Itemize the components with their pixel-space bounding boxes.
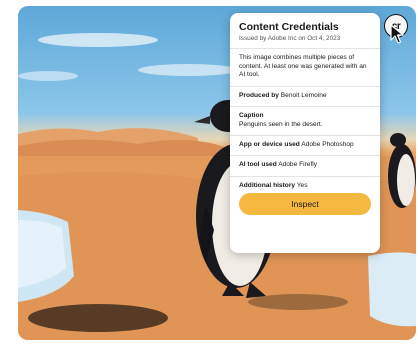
caption-row: Caption Penguins seen in the desert. <box>239 112 371 129</box>
app-value: Adobe Photoshop <box>301 141 354 148</box>
divider <box>230 175 380 177</box>
produced-by-row: Produced by Benoit Lemoine <box>239 92 371 100</box>
issued-by-text: Issued by Adobe Inc on Oct 4, 2023 <box>239 35 341 42</box>
ai-tool-value: Adobe Firefly <box>278 161 318 169</box>
ai-tool-row: AI tool used Adobe Firefly <box>239 161 371 169</box>
app-label: App or device used <box>239 141 300 148</box>
inspect-button[interactable]: Inspect <box>239 193 371 215</box>
app-row: App or device used Adobe Photoshop <box>239 141 371 149</box>
caption-value: Penguins seen in the desert. <box>239 120 323 128</box>
divider <box>230 106 380 108</box>
ai-tool-label: AI tool used <box>239 161 277 169</box>
history-row: Additional history Yes <box>239 182 371 190</box>
produced-by-value: Benoit Lemoine <box>280 91 327 99</box>
mouse-pointer-icon <box>390 24 404 44</box>
divider <box>230 85 380 87</box>
produced-by-label: Produced by <box>239 91 279 99</box>
divider <box>230 155 380 157</box>
content-credentials-panel: Content Credentials Issued by Adobe Inc … <box>230 13 380 253</box>
description-text: This image combines multiple pieces of c… <box>239 54 367 79</box>
panel-title: Content Credentials <box>239 21 339 33</box>
caption-label: Caption <box>239 112 264 120</box>
history-label: Additional history <box>239 181 296 189</box>
divider <box>230 135 380 136</box>
history-value: Yes <box>296 181 308 189</box>
divider <box>230 48 380 49</box>
